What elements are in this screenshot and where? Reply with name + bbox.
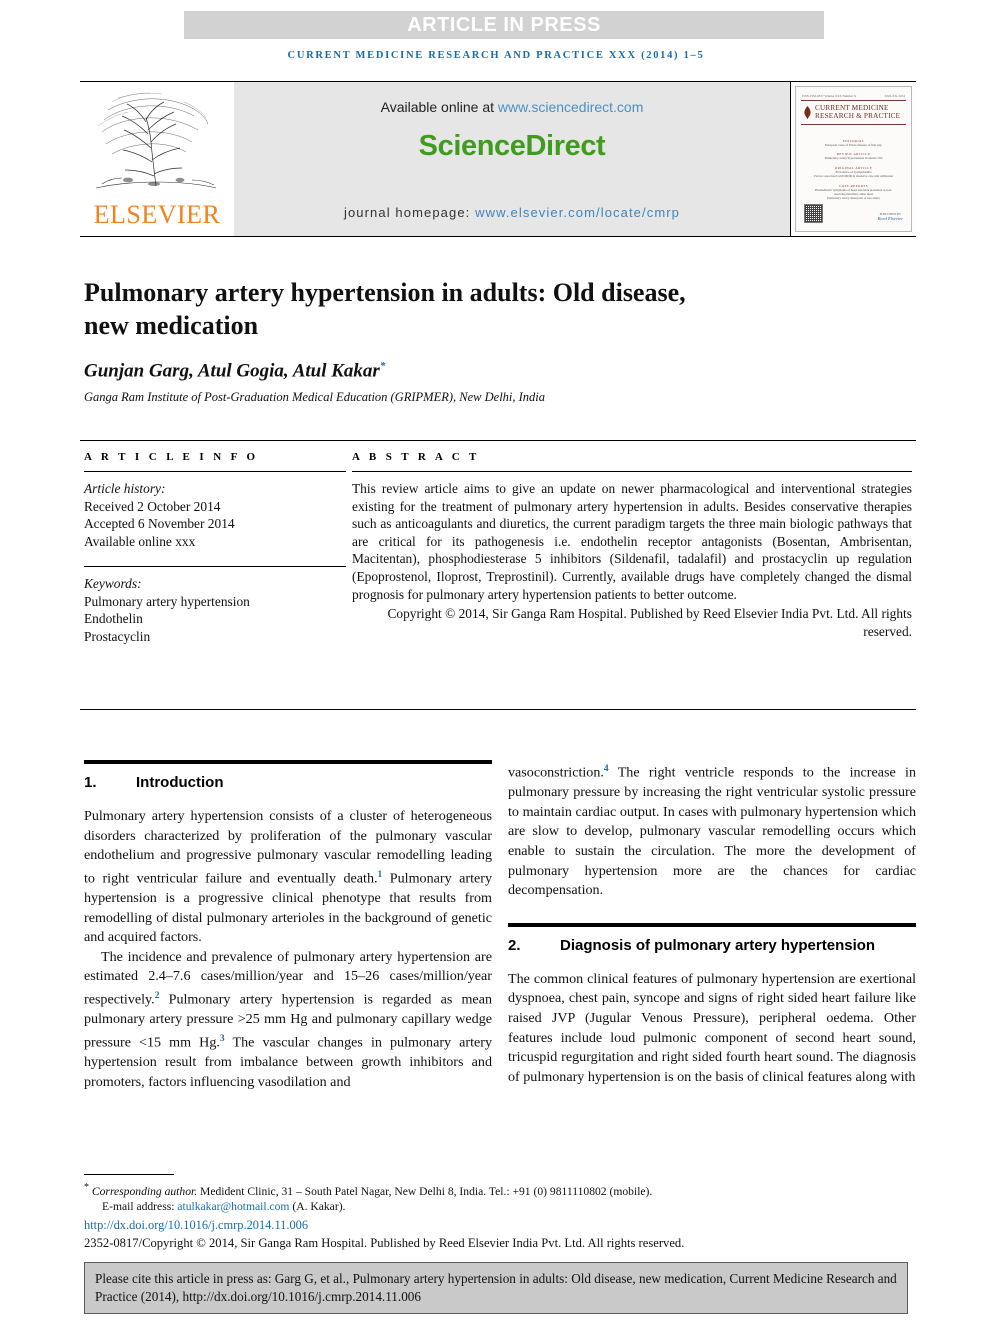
cover-title-line2: RESEARCH & PRACTICE xyxy=(815,112,901,121)
article-history-item: Accepted 6 November 2014 xyxy=(84,516,235,531)
section-rule xyxy=(84,760,492,764)
article-in-press-banner: ARTICLE IN PRESS xyxy=(184,11,824,39)
cover-section: REVIEW ARTICLE Pulmonary artery hyperten… xyxy=(806,152,901,160)
cover-publisher-name: Reed Elsevier xyxy=(877,216,903,221)
cover-rule-mid xyxy=(801,124,906,125)
email-link[interactable]: atulkakar@hotmail.com xyxy=(177,1200,289,1213)
section-heading-introduction: 1. Introduction xyxy=(84,773,492,793)
journal-cover-block: ISSN 2352-0817 Volume XXX Number X XXX-X… xyxy=(790,82,916,236)
section-number: 2. xyxy=(508,936,521,954)
journal-cover-thumbnail: ISSN 2352-0817 Volume XXX Number X XXX-X… xyxy=(795,86,912,232)
cover-section: EDITORIAL European cases of Ebola diseas… xyxy=(806,139,901,147)
journal-homepage-link[interactable]: www.elsevier.com/locate/cmrp xyxy=(475,205,680,220)
cover-publisher-block: PUBLISHED BY Reed Elsevier xyxy=(878,212,903,221)
journal-running-head: CURRENT MEDICINE RESEARCH AND PRACTICE X… xyxy=(287,50,705,61)
section-number: 1. xyxy=(84,774,97,791)
cite-this-article-box: Please cite this article in press as: Ga… xyxy=(84,1262,908,1314)
cover-section-line: Pulmonary artery hypertension in adults:… xyxy=(824,156,883,161)
paragraph-text-cont: The right ventricle responds to the incr… xyxy=(508,764,916,899)
author-list: Gunjan Garg, Atul Gogia, Atul Kakar* xyxy=(84,360,784,382)
footnote-block: * Corresponding author. Medident Clinic,… xyxy=(84,1174,908,1252)
email-suffix: (A. Kakar). xyxy=(289,1200,346,1214)
cover-barcode-icon xyxy=(804,204,823,223)
affiliation: Ganga Ram Institute of Post-Graduation M… xyxy=(84,390,546,404)
corresponding-author-marker[interactable]: * xyxy=(380,360,386,372)
author-names: Gunjan Garg, Atul Gogia, Atul Kakar xyxy=(84,360,380,382)
journal-homepage-prefix: journal homepage: xyxy=(343,205,476,220)
journal-homepage-line: journal homepage: www.elsevier.com/locat… xyxy=(234,205,790,220)
article-history-label: Article history: xyxy=(84,481,166,496)
body-column-left: 1. Introduction Pulmonary artery hyperte… xyxy=(84,760,492,1092)
footnote-star: * xyxy=(84,1182,89,1193)
available-online-line: Available online at www.sciencedirect.co… xyxy=(234,99,790,115)
available-online-prefix: Available online at xyxy=(380,99,498,115)
keywords-label: Keywords: xyxy=(84,576,142,591)
article-history-item: Received 2 October 2014 xyxy=(84,498,221,514)
footnote-rule xyxy=(84,1174,174,1175)
email-note: E-mail address: atulkakar@hotmail.com (A… xyxy=(84,1199,908,1214)
abstract-heading: A B S T R A C T xyxy=(352,451,480,463)
cover-journal-title: CURRENT MEDICINE RESEARCH & PRACTICE xyxy=(803,104,906,121)
paragraph: The incidence and prevalence of pulmonar… xyxy=(84,948,492,1093)
elsevier-logo-block: ELSEVIER xyxy=(80,82,234,236)
cover-issn-line: ISSN 2352-0817 Volume XXX Number X XXX-X… xyxy=(802,94,905,98)
abstract-column: A B S T R A C T This review article aims… xyxy=(352,451,912,640)
sciencedirect-block: Available online at www.sciencedirect.co… xyxy=(234,82,790,236)
sciencedirect-wordmark: ScienceDirect xyxy=(418,130,606,162)
section-title: Introduction xyxy=(136,774,224,791)
paragraph-text: vasoconstriction. xyxy=(508,764,604,781)
keyword-item: Prostacyclin xyxy=(84,628,151,644)
article-info-heading: A R T I C L E I N F O xyxy=(84,451,259,463)
paragraph: Pulmonary artery hypertension consists o… xyxy=(84,807,492,948)
cover-contents-list: EDITORIAL European cases of Ebola diseas… xyxy=(806,139,901,206)
paragraph: vasoconstriction.4 The right ventricle r… xyxy=(508,760,916,901)
body-column-right: vasoconstriction.4 The right ventricle r… xyxy=(508,760,916,1087)
doi-link[interactable]: http://dx.doi.org/10.1016/j.cmrp.2014.11… xyxy=(84,1217,908,1234)
abstract-text: This review article aims to give an upda… xyxy=(352,481,912,602)
article-info-column: A R T I C L E I N F O Article history: R… xyxy=(84,451,346,645)
article-history-block: Article history: Received 2 October 2014… xyxy=(84,480,346,550)
cite-this-article-text: Please cite this article in press as: Ga… xyxy=(95,1271,897,1304)
corresponding-author-details: Medident Clinic, 31 – South Patel Nagar,… xyxy=(197,1184,653,1198)
corresponding-author-label: Corresponding author. xyxy=(91,1184,198,1198)
cover-issn-left: ISSN 2352-0817 Volume XXX Number X xyxy=(802,94,857,98)
cover-section-line: Factors associated with MDR in intensive… xyxy=(814,174,893,179)
cover-section: CASE REPORTS Plasmablastic lymphoma of h… xyxy=(806,184,901,201)
cover-issn-right: XXX-XX, 2014 xyxy=(884,94,905,98)
journal-masthead: ELSEVIER Available online at www.science… xyxy=(80,81,916,237)
sciencedirect-link[interactable]: www.sciencedirect.com xyxy=(498,99,644,115)
article-info-abstract-block: A R T I C L E I N F O Article history: R… xyxy=(80,440,916,710)
corresponding-author-note: * Corresponding author. Medident Clinic,… xyxy=(84,1180,908,1199)
keywords-rule xyxy=(84,566,346,567)
page-title: Pulmonary artery hypertension in adults:… xyxy=(84,278,686,341)
article-in-press-label: ARTICLE IN PRESS xyxy=(407,13,601,36)
issn-copyright-line: 2352-0817/Copyright © 2014, Sir Ganga Ra… xyxy=(84,1235,685,1250)
section-rule xyxy=(508,922,916,927)
abstract-rule xyxy=(352,471,912,472)
section-heading-diagnosis: 2. Diagnosis of pulmonary artery hyperte… xyxy=(508,936,916,956)
paragraph: The common clinical features of pulmonar… xyxy=(508,970,916,1085)
keywords-block: Keywords: Pulmonary artery hypertension … xyxy=(84,575,346,645)
abstract-copyright: Copyright © 2014, Sir Ganga Ram Hospital… xyxy=(387,606,912,639)
keyword-item: Pulmonary artery hypertension xyxy=(84,593,250,609)
keyword-item: Endothelin xyxy=(84,611,143,626)
cover-title-line1: CURRENT MEDICINE xyxy=(815,104,889,112)
cover-rule-top xyxy=(801,100,906,101)
article-info-rule xyxy=(84,471,346,472)
cover-section: ORIGINAL ARTICLE Prevalence of dyslipida… xyxy=(806,166,901,179)
elsevier-wordmark: ELSEVIER xyxy=(93,200,221,229)
cover-section-line: Pulmonary artery aneurysm: A rare entity xyxy=(827,196,880,201)
cover-section-line: European cases of Ebola disease: A first… xyxy=(825,143,882,147)
email-label: E-mail address: xyxy=(102,1200,178,1214)
column-spacer xyxy=(508,901,916,923)
section-title: Diagnosis of pulmonary artery hypertensi… xyxy=(560,936,876,954)
article-history-item: Available online xxx xyxy=(84,533,196,549)
elsevier-tree-icon xyxy=(95,92,217,189)
